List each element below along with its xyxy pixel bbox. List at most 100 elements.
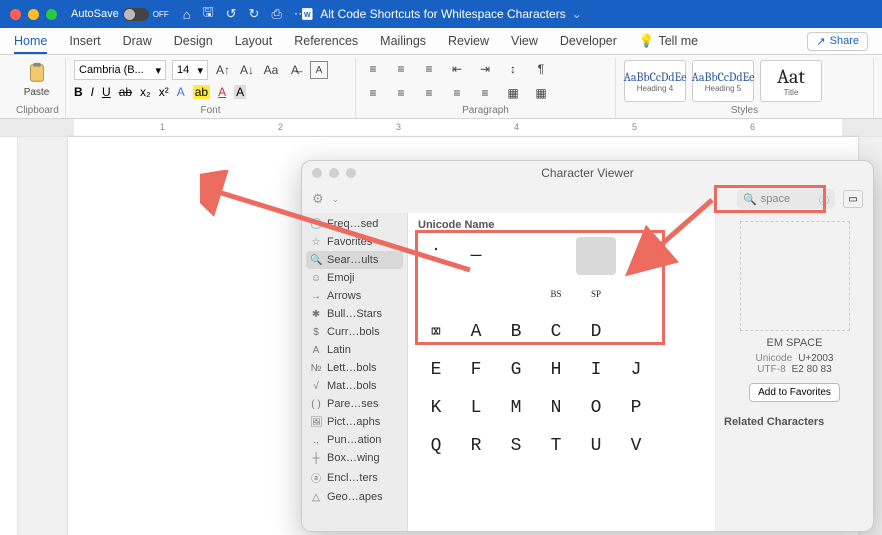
align-right-icon[interactable]: ≡ bbox=[420, 84, 438, 102]
character-cell[interactable]: — bbox=[456, 237, 496, 275]
character-cell[interactable]: T bbox=[536, 427, 576, 465]
character-cell[interactable] bbox=[496, 237, 536, 275]
align-center-icon[interactable]: ≡ bbox=[392, 84, 410, 102]
character-cell[interactable]: V bbox=[616, 427, 656, 465]
bold-button[interactable]: B bbox=[74, 85, 83, 99]
tab-home[interactable]: Home bbox=[14, 34, 47, 54]
cv-sidebar-item[interactable]: $Curr…bols bbox=[302, 323, 407, 341]
horizontal-ruler[interactable]: 123456 bbox=[0, 119, 882, 137]
chevron-down-icon[interactable]: ⌄ bbox=[332, 194, 340, 205]
redo-icon[interactable]: ↻ bbox=[249, 6, 260, 22]
character-cell[interactable] bbox=[496, 275, 536, 313]
home-icon[interactable]: ⌂ bbox=[183, 7, 191, 22]
superscript-button[interactable]: x² bbox=[159, 85, 169, 99]
character-cell[interactable]: ⁚ bbox=[416, 237, 456, 275]
close-icon[interactable] bbox=[312, 168, 322, 178]
tell-me-search[interactable]: 💡Tell me bbox=[639, 34, 698, 49]
italic-button[interactable]: I bbox=[91, 85, 94, 99]
gear-icon[interactable]: ⚙︎ bbox=[312, 191, 324, 207]
cv-sidebar-item[interactable]: ⓐEncl…ters bbox=[302, 467, 407, 488]
character-cell[interactable]: G bbox=[496, 351, 536, 389]
character-cell[interactable]: ⌧ bbox=[416, 313, 456, 351]
tab-review[interactable]: Review bbox=[448, 34, 489, 48]
character-cell[interactable]: BS bbox=[536, 275, 576, 313]
print-icon[interactable]: ⎙ bbox=[271, 6, 281, 22]
character-cell[interactable]: N bbox=[536, 389, 576, 427]
sort-icon[interactable]: ↕ bbox=[504, 60, 522, 78]
underline-button[interactable]: U bbox=[102, 85, 111, 99]
style-title[interactable]: AatTitle bbox=[760, 60, 822, 102]
cv-sidebar-item[interactable]: ☆Favorites bbox=[302, 233, 407, 251]
highlight-icon[interactable]: ab bbox=[193, 85, 210, 99]
character-cell[interactable]: E bbox=[416, 351, 456, 389]
shading-icon[interactable]: ▦ bbox=[504, 84, 522, 102]
tab-developer[interactable]: Developer bbox=[560, 34, 617, 48]
strike-button[interactable]: ab bbox=[119, 85, 132, 99]
font-size-select[interactable]: 14▾ bbox=[172, 60, 208, 80]
cv-sidebar-item[interactable]: ┼Box…wing bbox=[302, 449, 407, 467]
character-cell[interactable] bbox=[576, 237, 616, 275]
cv-sidebar-item[interactable]: ✱Bull…Stars bbox=[302, 305, 407, 323]
indent-right-icon[interactable]: ⇥ bbox=[476, 60, 494, 78]
character-cell[interactable]: C bbox=[536, 313, 576, 351]
character-cell[interactable]: B bbox=[496, 313, 536, 351]
cv-sidebar-item[interactable]: ALatin bbox=[302, 341, 407, 359]
align-left-icon[interactable]: ≡ bbox=[364, 84, 382, 102]
character-cell[interactable]: J bbox=[616, 351, 656, 389]
share-button[interactable]: ↗Share bbox=[807, 32, 868, 51]
change-case-icon[interactable]: Aa bbox=[262, 61, 280, 79]
increase-font-icon[interactable]: A↑ bbox=[214, 61, 232, 79]
character-cell[interactable]: S bbox=[496, 427, 536, 465]
character-cell[interactable]: Q bbox=[416, 427, 456, 465]
cv-sidebar-item[interactable]: →Arrows bbox=[302, 287, 407, 305]
save-icon[interactable]: 🖫 bbox=[203, 3, 214, 25]
shading-icon[interactable]: A bbox=[234, 85, 246, 99]
character-cell[interactable] bbox=[456, 275, 496, 313]
vertical-ruler[interactable] bbox=[0, 137, 18, 535]
character-cell[interactable]: U bbox=[576, 427, 616, 465]
cv-sidebar-item[interactable]: 🖼Pict…aphs bbox=[302, 413, 407, 431]
tab-design[interactable]: Design bbox=[174, 34, 213, 48]
tab-draw[interactable]: Draw bbox=[123, 34, 152, 48]
character-cell[interactable]: K bbox=[416, 389, 456, 427]
zoom-window-icon[interactable] bbox=[46, 9, 57, 20]
chevron-down-icon[interactable]: ⌄ bbox=[572, 7, 582, 21]
font-color-icon[interactable]: A bbox=[218, 85, 226, 99]
autosave-toggle[interactable]: AutoSave OFF bbox=[71, 8, 169, 21]
character-cell[interactable]: R bbox=[456, 427, 496, 465]
minimize-icon[interactable] bbox=[329, 168, 339, 178]
numbering-icon[interactable]: ≡ bbox=[392, 60, 410, 78]
character-cell[interactable]: O bbox=[576, 389, 616, 427]
character-cell[interactable] bbox=[536, 237, 576, 275]
subscript-button[interactable]: x₂ bbox=[140, 85, 151, 99]
multilevel-icon[interactable]: ≡ bbox=[420, 60, 438, 78]
clear-search-icon[interactable]: ⓧ bbox=[819, 192, 829, 207]
cv-sidebar-item[interactable]: △Geo…apes bbox=[302, 488, 407, 506]
tab-mailings[interactable]: Mailings bbox=[380, 34, 426, 48]
cv-sidebar-item[interactable]: √Mat…bols bbox=[302, 377, 407, 395]
cv-sidebar-item[interactable]: №Lett…bols bbox=[302, 359, 407, 377]
justify-icon[interactable]: ≡ bbox=[448, 84, 466, 102]
cv-sidebar-item[interactable]: ( )Pare…ses bbox=[302, 395, 407, 413]
character-cell[interactable] bbox=[416, 275, 456, 313]
borders-icon[interactable]: ▦ bbox=[532, 84, 550, 102]
character-cell[interactable]: I bbox=[576, 351, 616, 389]
close-window-icon[interactable] bbox=[10, 9, 21, 20]
indent-left-icon[interactable]: ⇤ bbox=[448, 60, 466, 78]
character-cell[interactable]: P bbox=[616, 389, 656, 427]
tab-references[interactable]: References bbox=[294, 34, 358, 48]
character-cell[interactable]: SP bbox=[576, 275, 616, 313]
paste-button[interactable]: Paste bbox=[16, 60, 57, 98]
cv-titlebar[interactable]: Character Viewer bbox=[302, 161, 873, 185]
cv-sidebar-item[interactable]: ☺Emoji bbox=[302, 269, 407, 287]
line-spacing-icon[interactable]: ≡ bbox=[476, 84, 494, 102]
show-marks-icon[interactable]: ¶ bbox=[532, 60, 550, 78]
cv-sidebar-item[interactable]: 🕘Freq…sed bbox=[302, 215, 407, 233]
tab-layout[interactable]: Layout bbox=[235, 34, 273, 48]
zoom-icon[interactable] bbox=[346, 168, 356, 178]
minimize-window-icon[interactable] bbox=[28, 9, 39, 20]
cv-sidebar-item[interactable]: 🔍Sear…ults bbox=[306, 251, 403, 269]
character-cell[interactable]: A bbox=[456, 313, 496, 351]
undo-icon[interactable]: ↺ bbox=[226, 6, 237, 22]
tab-view[interactable]: View bbox=[511, 34, 538, 48]
